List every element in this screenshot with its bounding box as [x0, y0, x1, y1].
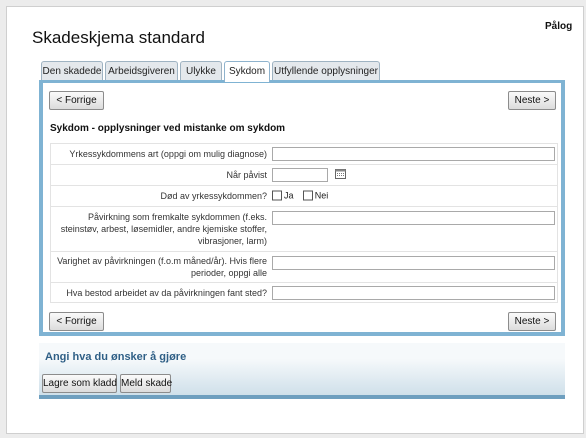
exposure-input[interactable]	[272, 211, 555, 225]
detected-date-input[interactable]	[272, 168, 328, 182]
duration-input[interactable]	[272, 256, 555, 270]
tab-utfyllende-opplysninger[interactable]: Utfyllende opplysninger	[272, 61, 380, 80]
form-panel: < Forrige Neste > Sykdom - opplysninger …	[39, 80, 565, 336]
logout-link[interactable]: Pålog	[545, 21, 572, 32]
prev-button-bottom[interactable]: < Forrige	[49, 312, 104, 331]
duration-label: Varighet av påvirkningen (f.o.m måned/år…	[57, 256, 267, 278]
diagnosis-label: Yrkessykdommens art (oppgi om mulig diag…	[69, 149, 267, 159]
tab-sykdom[interactable]: Sykdom	[224, 61, 270, 82]
tab-arbeidsgiveren[interactable]: Arbeidsgiveren	[105, 61, 178, 80]
form-row-detected: Når påvist	[50, 165, 558, 186]
form-row-work: Hva bestod arbeidet av da påvirkningen f…	[50, 283, 558, 303]
diagnosis-field-wrap	[272, 147, 555, 161]
form-row-death: Død av yrkessykdommen? Ja Nei	[50, 186, 558, 207]
prev-button-top[interactable]: < Forrige	[49, 91, 104, 110]
death-yes-checkbox[interactable]	[272, 190, 282, 201]
section-heading: Sykdom - opplysninger ved mistanke om sy…	[50, 123, 286, 134]
page: Pålog Skadeskjema standard Den skadede A…	[6, 6, 584, 434]
duration-field-wrap	[272, 256, 555, 270]
detected-field-wrap	[272, 168, 347, 182]
death-options: Ja Nei	[272, 190, 334, 202]
work-input[interactable]	[272, 285, 555, 300]
form-row-exposure: Påvirkning som fremkalte sykdommen (f.ek…	[50, 207, 558, 252]
death-yes-label: Ja	[284, 190, 294, 201]
work-field-wrap	[272, 285, 555, 300]
diagnosis-input[interactable]	[272, 147, 555, 161]
calendar-icon[interactable]	[335, 168, 347, 182]
page-title: Skadeskjema standard	[32, 28, 205, 47]
exposure-field-wrap	[272, 211, 555, 225]
submit-report-button[interactable]: Meld skade	[120, 374, 172, 393]
work-label: Hva bestod arbeidet av da påvirkningen f…	[66, 287, 267, 298]
death-label: Død av yrkessykdommen?	[160, 191, 267, 201]
exposure-label: Påvirkning som fremkalte sykdommen (f.ek…	[60, 212, 267, 246]
tab-den-skadede[interactable]: Den skadede	[41, 61, 103, 80]
death-no-checkbox[interactable]	[302, 190, 313, 201]
detected-label: Når påvist	[226, 170, 267, 180]
death-no-label: Nei	[314, 190, 329, 201]
form-row-diagnosis: Yrkessykdommens art (oppgi om mulig diag…	[50, 144, 558, 165]
action-box: Angi hva du ønsker å gjøre Lagre som kla…	[39, 343, 565, 399]
next-button-top[interactable]: Neste >	[508, 91, 556, 110]
form-panel-body: < Forrige Neste > Sykdom - opplysninger …	[43, 83, 561, 332]
action-title: Angi hva du ønsker å gjøre	[45, 351, 187, 363]
form-row-duration: Varighet av påvirkningen (f.o.m måned/år…	[50, 252, 558, 283]
save-draft-button[interactable]: Lagre som kladd	[42, 374, 117, 393]
next-button-bottom[interactable]: Neste >	[508, 312, 556, 331]
form-table: Yrkessykdommens art (oppgi om mulig diag…	[50, 143, 558, 303]
tab-ulykke[interactable]: Ulykke	[180, 61, 222, 80]
